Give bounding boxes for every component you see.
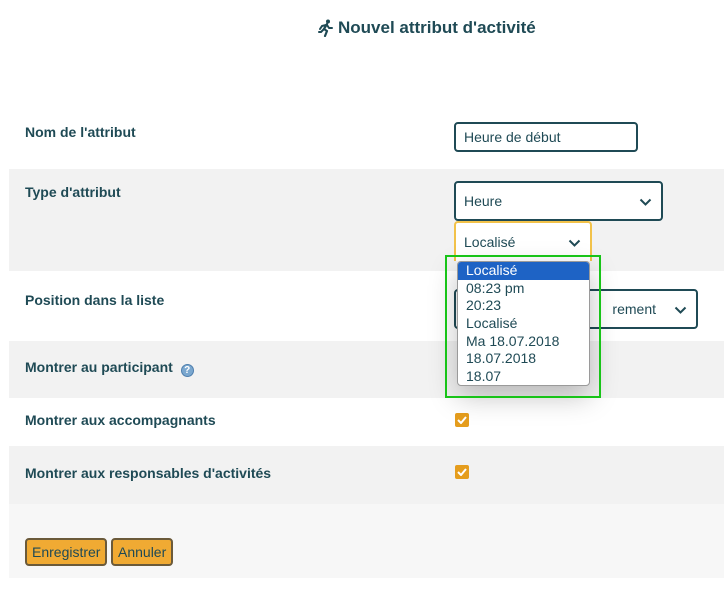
show-companions-label: Montrer aux accompagnants [25,412,216,428]
save-button[interactable]: Enregistrer [25,538,108,566]
position-value: rement [612,301,656,317]
page-title-text: Nouvel attribut d'activité [338,18,536,37]
time-format-value: Localisé [464,234,516,250]
checkmark-icon [457,416,467,424]
show-participant-label: Montrer au participant ? [25,359,194,377]
chevron-down-icon [674,301,687,317]
attribute-name-input[interactable]: Heure de début [454,122,638,152]
chevron-down-icon [568,234,581,250]
position-label: Position dans la liste [25,292,165,308]
attribute-type-select[interactable]: Heure [454,181,663,221]
show-managers-label: Montrer aux responsables d'activités [25,465,272,481]
form-row-show-companions: Montrer aux accompagnants [9,398,724,446]
checkmark-icon [457,468,467,476]
form-row-show-participant: Montrer au participant ? [9,341,724,398]
name-label: Nom de l'attribut [25,124,136,140]
cancel-button[interactable]: Annuler [111,538,174,566]
running-person-icon [318,19,334,37]
show-participant-text: Montrer au participant [25,359,173,375]
show-managers-checkbox[interactable] [455,465,469,479]
chevron-down-icon [639,193,652,209]
attribute-name-value: Heure de début [464,129,561,145]
form-row-show-managers: Montrer aux responsables d'activités [9,446,724,504]
question-icon[interactable]: ? [180,364,194,377]
attribute-type-value: Heure [464,193,503,209]
page-title: Nouvel attribut d'activité [318,18,536,38]
type-label: Type d'attribut [25,184,121,200]
highlight-box [445,255,601,398]
show-companions-checkbox[interactable] [455,413,469,427]
